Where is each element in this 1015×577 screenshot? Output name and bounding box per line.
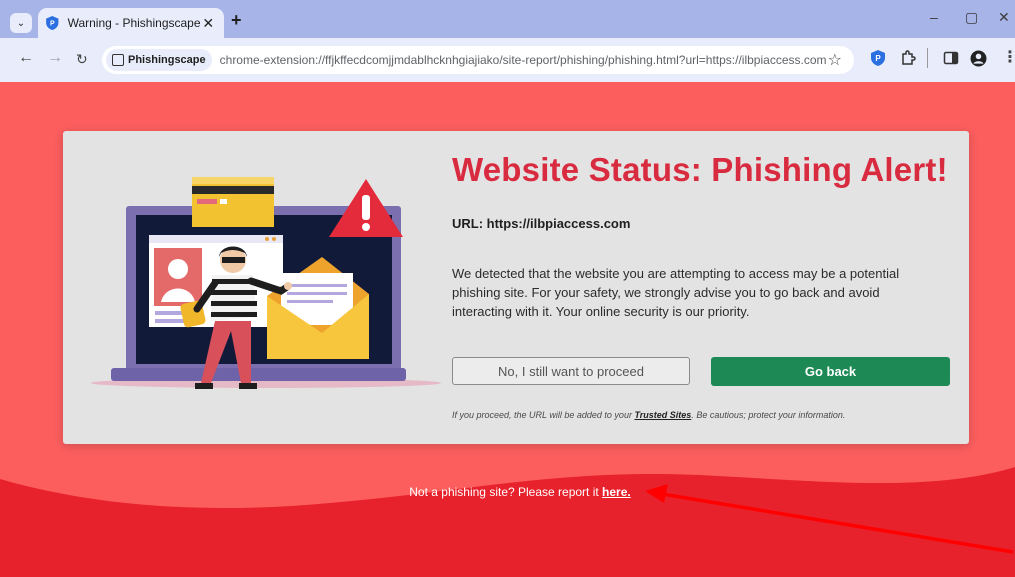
bookmark-star-icon[interactable]: ☆ [828,50,842,70]
note-suffix: . Be cautious; protect your information. [691,410,846,420]
svg-text:P: P [50,21,55,28]
go-back-button[interactable]: Go back [711,357,950,386]
flagged-url: URL: https://ilbpiaccess.com [452,216,631,231]
minimize-icon[interactable]: – [930,9,938,25]
site-info-chip[interactable]: Phishingscape [106,49,212,71]
site-chip-label: Phishingscape [128,54,206,66]
report-text: Not a phishing site? Please report it [409,485,603,499]
phishingscape-extension-icon[interactable]: P [871,50,885,66]
tab-search-chevron-icon[interactable]: ⌄ [10,13,32,33]
alert-title: Website Status: Phishing Alert! [452,151,948,188]
report-false-positive: Not a phishing site? Please report it he… [0,485,1015,499]
address-bar[interactable]: Phishingscape chrome-extension://ffjkffe… [102,46,854,74]
new-tab-plus-icon[interactable]: + [231,10,242,31]
report-here-link[interactable]: here. [602,485,631,499]
warning-card: Website Status: Phishing Alert! URL: htt… [63,131,969,444]
tab-title: Warning - Phishingscape [67,16,201,30]
decorative-wave [0,467,1015,577]
trusted-sites-link[interactable]: Trusted Sites [634,410,691,420]
note-prefix: If you proceed, the URL will be added to… [452,410,635,420]
tab-close-icon[interactable]: ✕ [201,15,216,32]
forward-arrow-icon[interactable]: → [47,49,63,67]
proceed-anyway-button[interactable]: No, I still want to proceed [452,357,690,385]
url-text[interactable]: chrome-extension://ffjkffecdcomjjmdablhc… [220,53,828,67]
reload-icon[interactable]: ↻ [76,51,88,68]
trusted-sites-note: If you proceed, the URL will be added to… [452,410,845,420]
extensions-puzzle-icon[interactable] [900,50,916,66]
toolbar-divider [927,48,928,68]
phishing-thief-illustration [91,177,441,389]
browser-toolbar: ← → ↻ Phishingscape chrome-extension://f… [0,38,1015,82]
side-panel-icon[interactable] [943,50,959,66]
restore-icon[interactable]: ▢ [965,9,978,26]
warning-description: We detected that the website you are att… [452,266,900,319]
back-arrow-icon[interactable]: ← [18,49,34,67]
extension-icon [112,54,124,66]
close-window-icon[interactable]: ✕ [998,9,1010,26]
svg-text:P: P [875,54,881,63]
tab-strip: ⌄ P Warning - Phishingscape ✕ + – ▢ ✕ [0,0,1015,38]
active-tab[interactable]: P Warning - Phishingscape ✕ [38,8,224,38]
shield-favicon-icon: P [46,16,59,30]
more-menu-icon[interactable]: ⋮ [1002,47,1015,67]
profile-avatar-icon[interactable] [970,50,987,67]
phishing-warning-page: Website Status: Phishing Alert! URL: htt… [0,82,1015,577]
